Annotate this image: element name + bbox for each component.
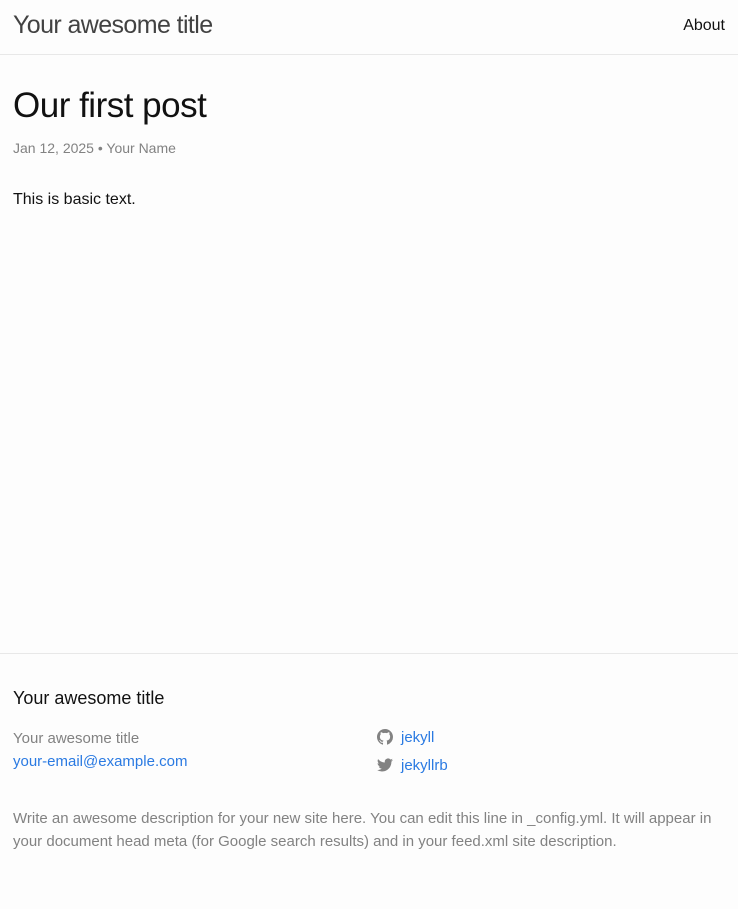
social-label-twitter: jekyllrb — [401, 756, 448, 774]
social-label-github: jekyll — [401, 728, 435, 746]
site-description: Write an awesome description for your ne… — [13, 810, 712, 850]
twitter-icon — [377, 757, 393, 773]
site-footer: Your awesome title Your awesome title yo… — [0, 653, 738, 909]
footer-name: Your awesome title — [13, 730, 140, 747]
nav-link-about[interactable]: About — [683, 17, 725, 35]
post-meta: Jan 12, 2025 • Your Name — [13, 140, 176, 156]
github-icon — [377, 729, 393, 745]
social-link-github[interactable]: jekyll — [377, 727, 434, 747]
post-body: This is basic text. — [13, 191, 136, 208]
site-header: Your awesome title About — [0, 0, 738, 55]
post-title: Our first post — [13, 86, 207, 125]
social-link-twitter[interactable]: jekyllrb — [377, 755, 448, 775]
site-title-link[interactable]: Your awesome title — [13, 11, 213, 40]
footer-email-link[interactable]: your-email@example.com — [13, 753, 187, 770]
footer-heading: Your awesome title — [13, 688, 165, 708]
